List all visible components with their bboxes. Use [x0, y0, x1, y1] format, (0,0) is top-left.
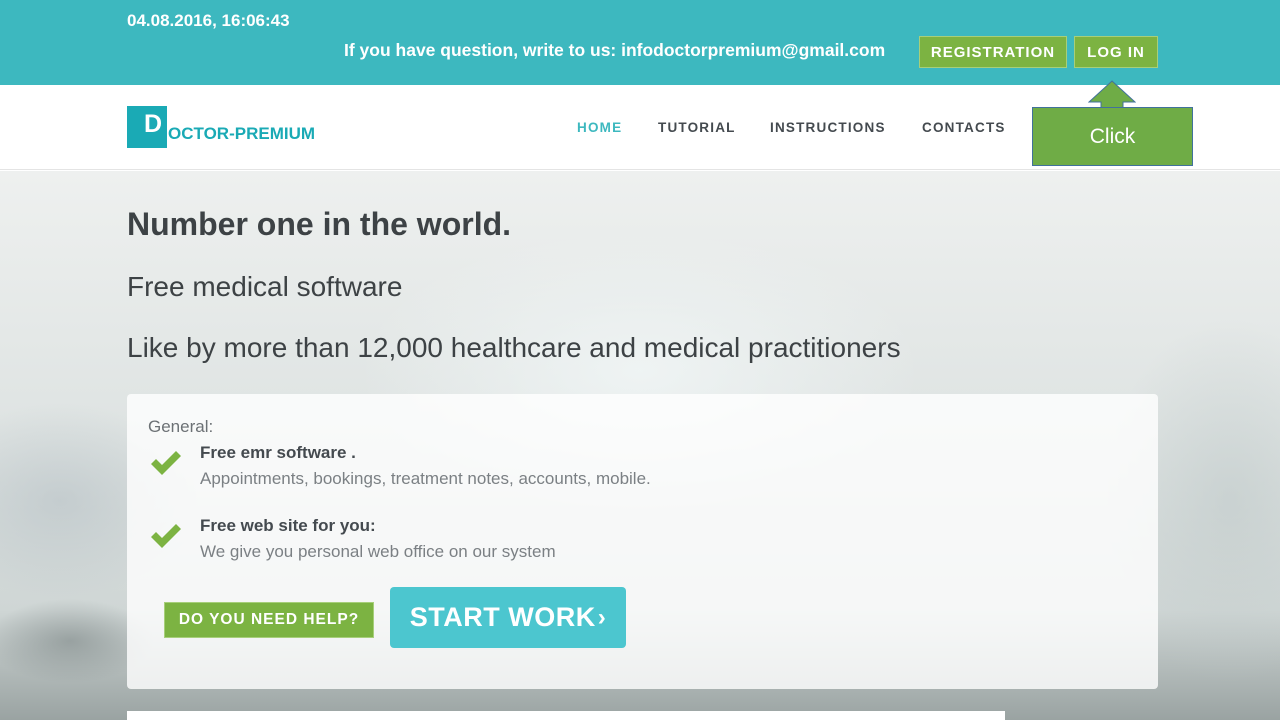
feature-title: Free web site for you:	[200, 516, 376, 535]
check-icon	[151, 524, 181, 548]
nav-item-instructions[interactable]: INSTRUCTIONS	[770, 120, 886, 135]
logo-text[interactable]: OCTOR-PREMIUM	[168, 125, 315, 142]
feature-description: Appointments, bookings, treatment notes,…	[200, 469, 651, 488]
feature-description: We give you personal web office on our s…	[200, 542, 556, 561]
login-button[interactable]: LOG IN	[1074, 36, 1158, 68]
hero-title: Number one in the world.	[127, 206, 512, 242]
start-work-button[interactable]: START WORK ›	[390, 587, 626, 648]
datetime: 04.08.2016, 16:06:43	[127, 11, 290, 30]
check-icon	[151, 451, 181, 475]
nav-item-tutorial[interactable]: TUTORIAL	[658, 120, 736, 135]
contact-email-text: If you have question, write to us: infod…	[344, 40, 886, 60]
start-work-label: START WORK	[409, 602, 596, 632]
panel-label: General:	[148, 417, 214, 436]
nav-item-contacts[interactable]: CONTACTS	[922, 120, 1006, 135]
arrow-up-icon	[1088, 80, 1136, 108]
content-card-top	[127, 711, 1005, 720]
hero-subtitle: Free medical software	[127, 271, 403, 302]
nav-item-home[interactable]: HOME	[577, 120, 622, 135]
logo-initial[interactable]: D	[144, 112, 162, 137]
feature-title: Free emr software .	[200, 443, 356, 462]
help-button[interactable]: DO YOU NEED HELP?	[164, 602, 374, 638]
hero-tagline: Like by more than 12,000 healthcare and …	[127, 332, 901, 363]
click-callout: Click	[1032, 107, 1193, 166]
registration-button[interactable]: REGISTRATION	[919, 36, 1067, 68]
chevron-right-icon: ›	[597, 603, 607, 631]
